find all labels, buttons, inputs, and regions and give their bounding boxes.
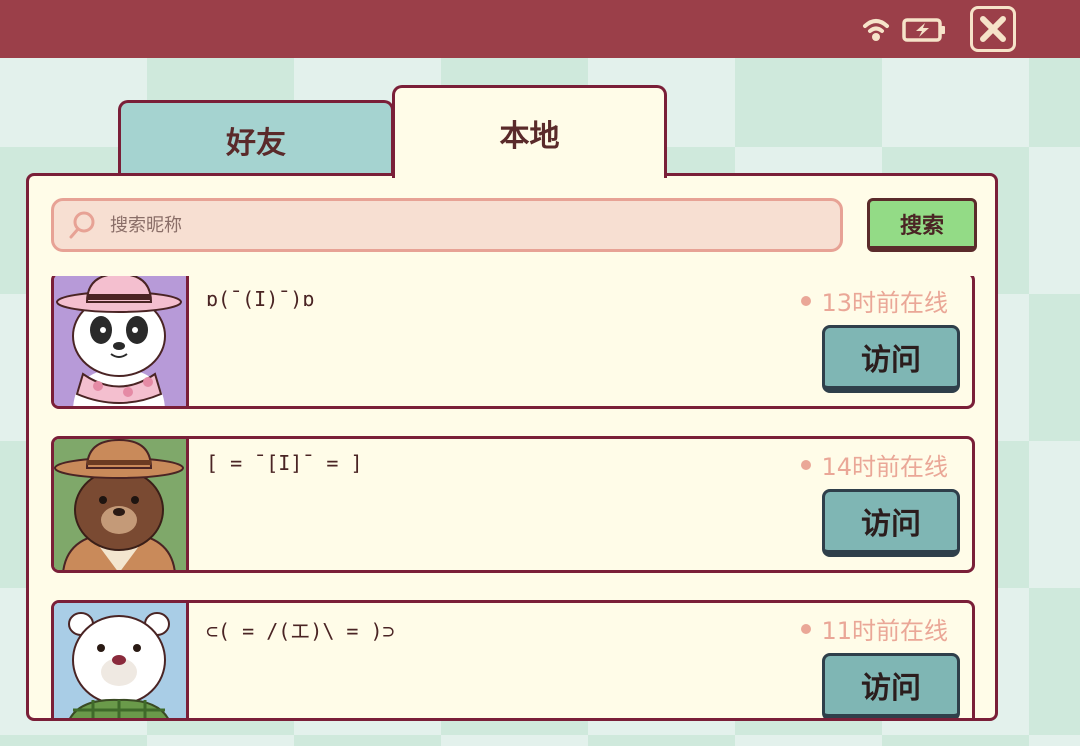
player-panel: 搜索 ɒ (26, 173, 998, 721)
status-dot-icon (801, 623, 812, 634)
online-status: 14时前在线 (801, 447, 948, 482)
top-bar (0, 0, 1080, 58)
status-dot-icon (801, 295, 812, 306)
tab-local[interactable]: 本地 (392, 85, 667, 178)
player-card: [ = ¯[I]¯ = ] 14时前在线 访问 (51, 436, 975, 573)
player-card: ɒ(¯(I)¯)ɒ 13时前在线 访问 (51, 276, 975, 409)
close-icon (980, 16, 1006, 42)
player-nickname: ⊂( = /(エ)\ = )⊃ (206, 619, 395, 643)
visit-button[interactable]: 访问 (822, 325, 960, 393)
player-nickname: [ = ¯[I]¯ = ] (206, 451, 363, 475)
online-status: 13时前在线 (801, 283, 948, 318)
wifi-icon (863, 19, 889, 41)
status-text: 11时前在线 (821, 617, 948, 645)
tab-friends[interactable]: 好友 (118, 100, 394, 176)
search-button[interactable]: 搜索 (867, 198, 977, 252)
player-nickname: ɒ(¯(I)¯)ɒ (206, 287, 315, 311)
status-text: 14时前在线 (821, 453, 948, 481)
player-card: ⊂( = /(エ)\ = )⊃ 11时前在线 访问 (51, 600, 975, 718)
status-dot-icon (801, 459, 812, 470)
status-text: 13时前在线 (821, 289, 948, 317)
panda-pink-hat-avatar[interactable] (54, 276, 189, 406)
search-box[interactable] (51, 198, 843, 252)
battery-charging-icon (902, 18, 945, 42)
player-list[interactable]: ɒ(¯(I)¯)ɒ 13时前在线 访问 [= ¯[I]¯ =] 14时前在线… (51, 276, 977, 718)
visit-button[interactable]: 访问 (822, 653, 960, 718)
polar-bear-scarf-avatar[interactable] (54, 603, 189, 718)
search-icon (69, 211, 95, 239)
visit-button[interactable]: 访问 (822, 489, 960, 557)
online-status: 11时前在线 (801, 611, 948, 646)
brown-bear-hat-avatar[interactable] (54, 439, 189, 570)
search-input[interactable] (108, 213, 812, 237)
close-button[interactable] (970, 6, 1016, 52)
